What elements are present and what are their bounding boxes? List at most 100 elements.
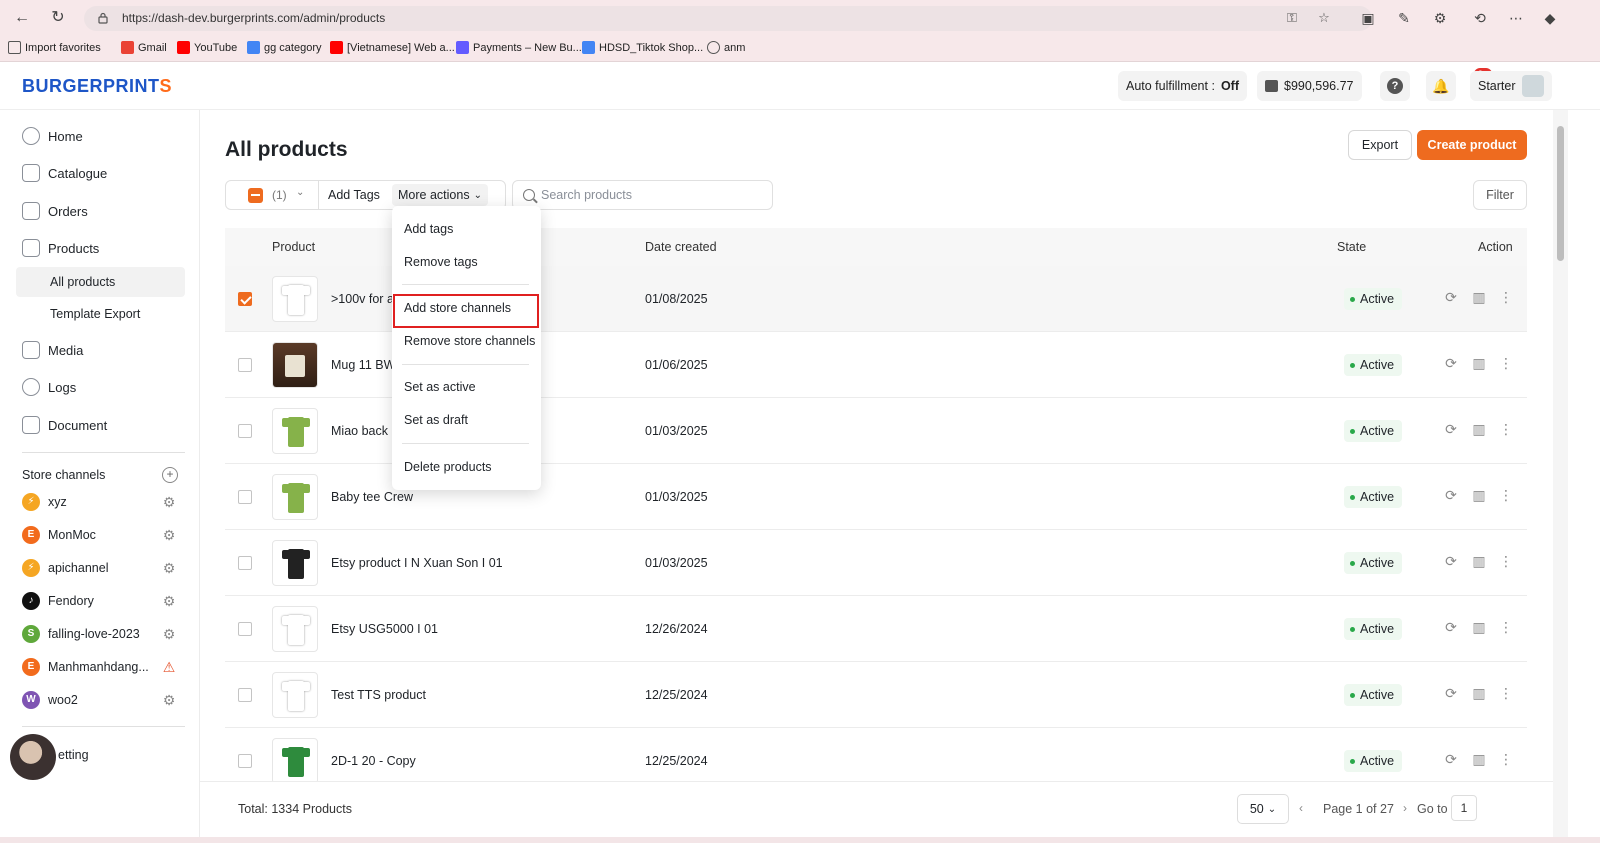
kebab-menu-icon[interactable]: ⋮ xyxy=(1497,552,1515,570)
add-tags-button[interactable]: Add Tags xyxy=(328,188,380,202)
chevron-down-icon[interactable]: ⌄ xyxy=(296,187,304,198)
sidebar-item-products[interactable]: Products xyxy=(22,237,99,259)
gear-icon[interactable]: ⚙ xyxy=(161,692,177,708)
next-page-icon[interactable]: › xyxy=(1403,801,1407,815)
kebab-menu-icon[interactable]: ⋮ xyxy=(1497,354,1515,372)
product-thumbnail[interactable] xyxy=(272,738,318,784)
page-size-select[interactable]: 50 ⌄ xyxy=(1237,794,1289,824)
warning-icon[interactable]: ⚠ xyxy=(161,659,177,675)
product-name[interactable]: Etsy USG5000 I 01 xyxy=(331,622,438,636)
channel-item[interactable]: ⚡ xyz ⚙ xyxy=(22,492,185,512)
stats-icon[interactable]: ▥ xyxy=(1470,618,1488,636)
menu-set-active[interactable]: Set as active xyxy=(404,380,476,394)
create-product-button[interactable]: Create product xyxy=(1417,130,1527,160)
kebab-menu-icon[interactable]: ⋮ xyxy=(1497,684,1515,702)
kebab-menu-icon[interactable]: ⋮ xyxy=(1497,486,1515,504)
bookmark-vietnamese-web[interactable]: [Vietnamese] Web a... xyxy=(330,41,455,54)
bookmark-youtube[interactable]: YouTube xyxy=(177,41,237,54)
back-icon[interactable]: ← xyxy=(12,8,32,28)
sidebar-item-logs[interactable]: Logs xyxy=(22,376,76,398)
history-icon[interactable]: ⟲ xyxy=(1471,9,1489,27)
sidebar-item-home[interactable]: Home xyxy=(22,125,83,147)
export-button[interactable]: Export xyxy=(1348,130,1412,160)
bookmark-payments[interactable]: Payments – New Bu... xyxy=(456,41,582,54)
kebab-menu-icon[interactable]: ⋮ xyxy=(1497,288,1515,306)
channel-item[interactable]: Wwoo2 ⚙ xyxy=(22,690,185,710)
address-bar[interactable]: https://dash-dev.burgerprints.com/admin/… xyxy=(84,6,1372,31)
product-name[interactable]: Test TTS product xyxy=(331,688,426,702)
product-name[interactable]: Etsy product I N Xuan Son I 01 xyxy=(331,556,503,570)
product-thumbnail[interactable] xyxy=(272,672,318,718)
bookmark-hdsd[interactable]: HDSD_Tiktok Shop... xyxy=(582,41,703,54)
refresh-icon[interactable]: ↻ xyxy=(48,8,68,28)
stats-icon[interactable]: ▥ xyxy=(1470,288,1488,306)
gear-icon[interactable]: ⚙ xyxy=(161,494,177,510)
sync-icon[interactable]: ⟳ xyxy=(1442,684,1460,702)
gear-icon[interactable]: ⚙ xyxy=(161,626,177,642)
row-checkbox[interactable] xyxy=(238,490,252,504)
user-photo[interactable] xyxy=(10,734,56,780)
row-checkbox[interactable] xyxy=(238,424,252,438)
menu-remove-store-channels[interactable]: Remove store channels xyxy=(404,334,535,348)
product-name[interactable]: >100v for al xyxy=(331,292,397,306)
prev-page-icon[interactable]: ‹ xyxy=(1299,801,1303,815)
more-icon[interactable]: ⋯ xyxy=(1507,9,1525,27)
sidebar-item-media[interactable]: Media xyxy=(22,339,83,361)
channel-item[interactable]: E MonMoc ⚙ xyxy=(22,525,185,545)
color-extension-icon[interactable]: ✎ xyxy=(1395,9,1413,27)
sidebar-item-template-export[interactable]: Template Export xyxy=(16,299,185,329)
product-thumbnail[interactable] xyxy=(272,276,318,322)
product-name[interactable]: 2D-1 20 - Copy xyxy=(331,754,416,768)
stats-icon[interactable]: ▥ xyxy=(1470,750,1488,768)
puzzle-icon[interactable]: ⚙ xyxy=(1431,9,1449,27)
row-checkbox[interactable] xyxy=(238,556,252,570)
sidebar-item-orders[interactable]: Orders xyxy=(22,200,88,222)
select-all-checkbox[interactable] xyxy=(248,188,263,203)
row-checkbox[interactable] xyxy=(238,358,252,372)
logo[interactable]: BURGERPRINTS xyxy=(22,76,172,97)
channel-item[interactable]: E Manhmanhdang... ⚠ xyxy=(22,657,185,677)
sync-icon[interactable]: ⟳ xyxy=(1442,354,1460,372)
sidebar-item-document[interactable]: Document xyxy=(22,414,107,436)
table-row[interactable]: Etsy USG5000 I 01 12/26/2024 Active ⟳ ▥ ⋮ xyxy=(225,596,1527,662)
gear-icon[interactable]: ⚙ xyxy=(161,560,177,576)
kebab-menu-icon[interactable]: ⋮ xyxy=(1497,618,1515,636)
menu-delete-products[interactable]: Delete products xyxy=(404,460,492,474)
product-thumbnail[interactable] xyxy=(272,540,318,586)
gear-icon[interactable]: ⚙ xyxy=(161,527,177,543)
product-thumbnail[interactable] xyxy=(272,408,318,454)
bookmark-import[interactable]: Import favorites xyxy=(8,41,101,54)
star-icon[interactable]: ☆ xyxy=(1316,10,1332,26)
stats-icon[interactable]: ▥ xyxy=(1470,486,1488,504)
stats-icon[interactable]: ▥ xyxy=(1470,420,1488,438)
sync-icon[interactable]: ⟳ xyxy=(1442,552,1460,570)
product-name[interactable]: Mug 11 BW xyxy=(331,358,395,372)
copilot-icon[interactable]: ◆ xyxy=(1541,9,1559,27)
goto-input[interactable]: 1 xyxy=(1451,795,1477,821)
bookmark-gmail[interactable]: Gmail xyxy=(121,41,167,54)
scrollbar[interactable] xyxy=(1553,110,1568,837)
filter-button[interactable]: Filter xyxy=(1473,180,1527,210)
stats-icon[interactable]: ▥ xyxy=(1470,684,1488,702)
stats-icon[interactable]: ▥ xyxy=(1470,354,1488,372)
product-thumbnail[interactable] xyxy=(272,342,318,388)
channel-item[interactable]: ⚡ apichannel ⚙ xyxy=(22,558,185,578)
stats-icon[interactable]: ▥ xyxy=(1470,552,1488,570)
scrollbar-thumb[interactable] xyxy=(1557,126,1564,261)
sidebar-item-all-products[interactable]: All products xyxy=(16,267,185,297)
row-checkbox[interactable] xyxy=(238,622,252,636)
extension-icon[interactable]: ▣ xyxy=(1359,9,1377,27)
sync-icon[interactable]: ⟳ xyxy=(1442,618,1460,636)
bookmark-anm[interactable]: anm xyxy=(707,41,745,54)
product-thumbnail[interactable] xyxy=(272,606,318,652)
sync-icon[interactable]: ⟳ xyxy=(1442,420,1460,438)
product-name[interactable]: Miao back xyxy=(331,424,388,438)
gear-icon[interactable]: ⚙ xyxy=(161,593,177,609)
product-name[interactable]: Baby tee Crew xyxy=(331,490,413,504)
menu-remove-tags[interactable]: Remove tags xyxy=(404,255,478,269)
add-channel-icon[interactable]: + xyxy=(162,467,178,483)
table-row[interactable]: Etsy product I N Xuan Son I 01 01/03/2025… xyxy=(225,530,1527,596)
balance[interactable]: $990,596.77 xyxy=(1257,71,1362,101)
sync-icon[interactable]: ⟳ xyxy=(1442,486,1460,504)
sync-icon[interactable]: ⟳ xyxy=(1442,288,1460,306)
